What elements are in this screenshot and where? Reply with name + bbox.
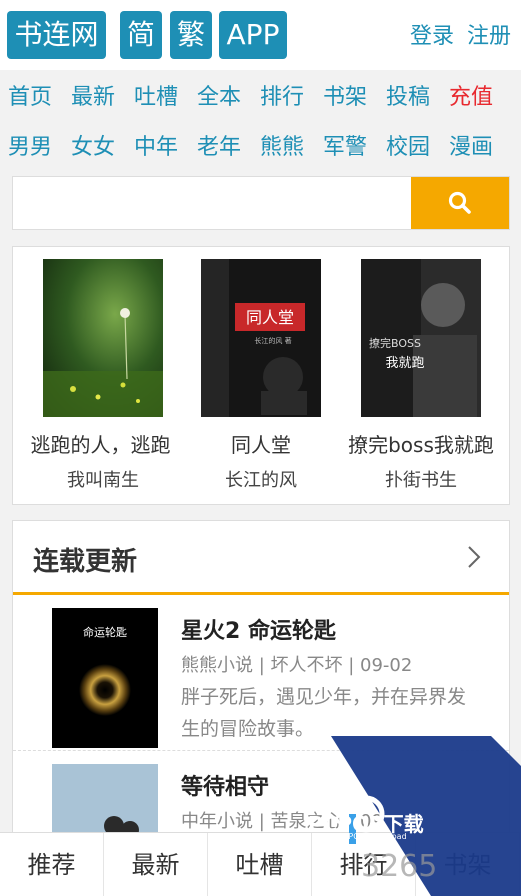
item-title: 星火2 命运轮匙: [181, 619, 336, 644]
nav-category-elderly[interactable]: 老年: [197, 129, 260, 161]
bottom-nav-latest[interactable]: 最新: [104, 833, 208, 896]
item-meta: 熊熊小说 | 坏人不坏 | 09-02: [181, 655, 413, 676]
traditional-chinese-button[interactable]: 繁: [170, 11, 212, 59]
book-cover-image: [43, 259, 163, 417]
search-input[interactable]: [13, 177, 411, 229]
search-icon: [448, 191, 471, 214]
chevron-right-icon[interactable]: [467, 545, 481, 569]
search-button[interactable]: [411, 177, 509, 229]
nav-complete[interactable]: 全本: [197, 79, 260, 111]
register-link[interactable]: 注册: [467, 24, 511, 49]
app-button[interactable]: APP: [219, 11, 287, 59]
nav-category-comic[interactable]: 漫画: [449, 129, 512, 161]
book-cover-image: 撩完BOSS 我就跑: [361, 259, 481, 417]
bottom-nav-recommend[interactable]: 推荐: [0, 833, 104, 896]
site-logo-button[interactable]: 书连网: [7, 11, 106, 59]
watermark-subtext: PCPOP Download: [338, 832, 407, 841]
featured-books: 逃跑的人，逃跑 我叫南生 同人堂 长江的风 著 同人堂 长江的风 撩完BOSS …: [12, 246, 510, 505]
book-author: 我叫南生: [67, 470, 139, 491]
book-title: 同人堂: [231, 433, 291, 457]
search-bar: [12, 176, 510, 230]
book-title: 撩完boss我就跑: [348, 433, 494, 457]
nav-latest[interactable]: 最新: [71, 79, 134, 111]
book-cover-image: 同人堂 长江的风 著: [201, 259, 321, 417]
nav-category-male[interactable]: 男男: [8, 129, 71, 161]
nav-row-categories: 男男 女女 中年 老年 熊熊 军警 校园 漫画: [0, 120, 521, 170]
nav-comments[interactable]: 吐槽: [134, 79, 197, 111]
nav-category-campus[interactable]: 校园: [386, 129, 449, 161]
featured-book[interactable]: 同人堂 长江的风 著 同人堂 长江的风: [181, 259, 341, 492]
bottom-nav-bookshelf[interactable]: 书架: [416, 833, 520, 896]
featured-book[interactable]: 逃跑的人，逃跑 我叫南生: [23, 259, 183, 492]
nav-category-middle-age[interactable]: 中年: [134, 129, 197, 161]
bottom-nav: 推荐 最新 吐槽 排行 书架: [0, 832, 521, 896]
book-title: 逃跑的人，逃跑: [30, 433, 171, 457]
section-header[interactable]: 连载更新: [13, 521, 509, 595]
cover-author-text: 长江的风 著: [254, 336, 291, 345]
top-bar: 书连网 简 繁 APP 登录 注册: [0, 0, 521, 70]
list-item[interactable]: 命运轮匙 星火2 命运轮匙 熊熊小说 | 坏人不坏 | 09-02 胖子死后，遇…: [13, 595, 509, 751]
book-author: 扑街书生: [385, 470, 457, 491]
nav-home[interactable]: 首页: [8, 79, 71, 111]
nav-recharge[interactable]: 充值: [449, 79, 512, 111]
simplified-chinese-button[interactable]: 简: [120, 11, 162, 59]
nav-category-female[interactable]: 女女: [71, 129, 134, 161]
nav-ranking[interactable]: 排行: [260, 79, 323, 111]
nav-category-military[interactable]: 军警: [323, 129, 386, 161]
cover-title-line2: 我就跑: [385, 356, 424, 371]
section-title: 连载更新: [33, 547, 138, 577]
nav-submit[interactable]: 投稿: [386, 79, 449, 111]
nav-category-bear[interactable]: 熊熊: [260, 129, 323, 161]
book-cover-image: 命运轮匙: [52, 608, 158, 748]
featured-book[interactable]: 撩完BOSS 我就跑 撩完boss我就跑 扑街书生: [341, 259, 501, 492]
login-link[interactable]: 登录: [410, 24, 454, 49]
item-title: 等待相守: [181, 775, 270, 800]
cover-title-text: 同人堂: [246, 308, 294, 327]
auth-links: 登录 注册: [404, 18, 511, 50]
nav-bookshelf[interactable]: 书架: [323, 79, 386, 111]
cover-title-text: 命运轮匙: [83, 625, 127, 639]
book-author: 长江的风: [225, 470, 297, 491]
cover-title-line1: 撩完BOSS: [369, 336, 421, 350]
item-description: 胖子死后，遇见少年，并在异界发生的冒险故事。: [181, 686, 467, 740]
bottom-nav-comments[interactable]: 吐槽: [208, 833, 312, 896]
bottom-nav-ranking[interactable]: 排行: [312, 833, 416, 896]
nav-row-main: 首页 最新 吐槽 全本 排行 书架 投稿 充值: [0, 70, 521, 120]
